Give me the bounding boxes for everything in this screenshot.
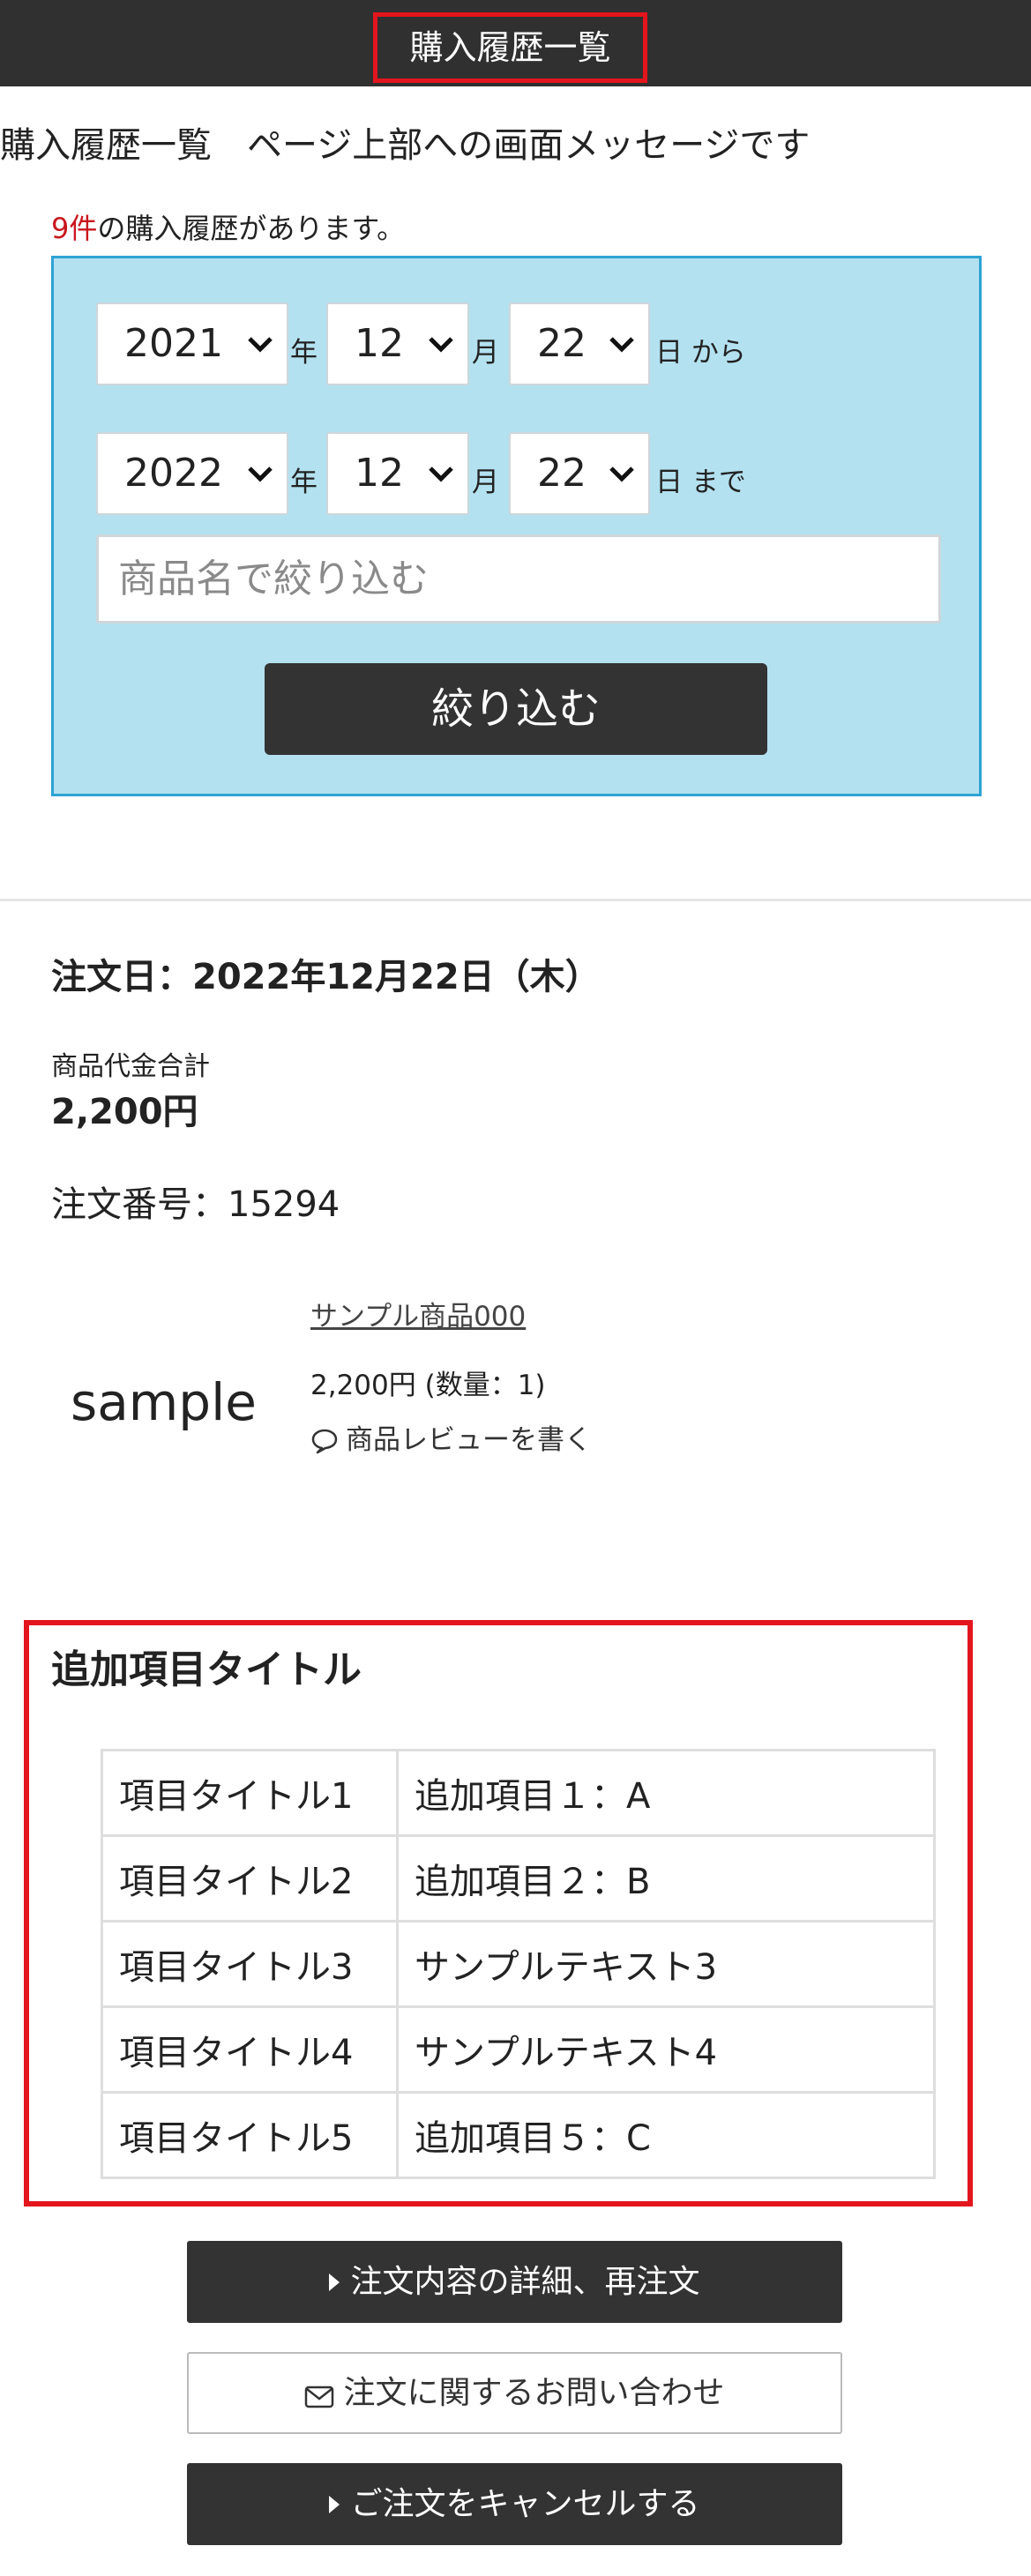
page-title: 購入履歴一覧 [373,12,647,83]
order-details-label: 注文内容の詳細、再注文 [350,2264,700,2300]
product-image[interactable]: sample [71,1371,257,1433]
from-suffix: から [691,337,746,369]
cancel-order-button[interactable]: ご注文をキャンセルする [187,2463,842,2545]
item-value: 追加項目１：A [396,1749,936,1837]
table-row: 項目タイトル2 追加項目２：B [101,1834,936,1923]
item-key: 項目タイトル1 [101,1749,399,1837]
chevron-down-icon [248,467,273,482]
caret-right-icon [329,2274,340,2291]
order-details-button[interactable]: 注文内容の詳細、再注文 [187,2241,842,2323]
cancel-order-label: ご注文をキャンセルする [350,2486,700,2522]
from-year-value: 2021 [124,321,223,366]
history-count: 9件の購入履歴があります。 [51,207,405,250]
history-count-number: 9件 [51,212,98,245]
to-month-unit: 月 [472,467,499,498]
item-value: 追加項目５：C [396,2091,936,2179]
from-year-unit: 年 [290,337,318,369]
from-day-unit: 日 から [655,335,746,370]
to-year-value: 2022 [124,451,223,496]
chevron-down-icon [429,467,453,482]
product-name-link[interactable]: サンプル商品000 [310,1296,526,1337]
total-label: 商品代金合計 [51,1051,210,1082]
to-day-unit: 日 まで [655,465,746,500]
product-price-quantity: 2,200円 (数量：1) [310,1370,546,1401]
write-review-link[interactable]: 商品レビューを書く [310,1420,592,1460]
filter-submit-button[interactable]: 絞り込む [265,663,767,755]
filter-panel: 2021 年 12 月 22 日 から 2022 年 12 月 22 日 まで … [51,256,982,796]
from-month-value: 12 [355,321,404,366]
item-key: 項目タイトル3 [101,1920,399,2008]
item-value: サンプルテキスト3 [396,1920,936,2008]
additional-items-title: 追加項目タイトル [51,1647,362,1692]
speech-bubble-icon [311,1429,338,1454]
from-month-select[interactable]: 12 [326,302,469,385]
to-year-unit: 年 [290,467,318,498]
to-month-value: 12 [355,451,404,496]
to-year-select[interactable]: 2022 [96,432,288,515]
table-row: 項目タイトル3 サンプルテキスト3 [101,1920,936,2008]
item-key: 項目タイトル4 [101,2005,399,2094]
from-day-unit-text: 日 [655,337,683,369]
item-key: 項目タイトル2 [101,1834,399,1923]
order-date: 注文日：2022年12月22日（木） [51,957,601,997]
to-day-select[interactable]: 22 [509,432,650,515]
section-divider [0,899,1031,901]
chevron-down-icon [248,337,273,353]
page-message: 購入履歴一覧 ページ上部への画面メッセージです [0,125,811,166]
from-day-value: 22 [537,321,586,366]
write-review-label: 商品レビューを書く [346,1424,592,1456]
item-key: 項目タイトル5 [101,2091,399,2179]
product-search-input[interactable] [96,534,941,623]
from-year-select[interactable]: 2021 [96,302,288,385]
chevron-down-icon [609,467,634,482]
table-row: 項目タイトル4 サンプルテキスト4 [101,2005,936,2094]
item-value: サンプルテキスト4 [396,2005,936,2094]
chevron-down-icon [609,337,634,353]
from-month-unit: 月 [472,337,499,369]
order-number: 注文番号：15294 [51,1184,340,1225]
envelope-icon [305,2386,334,2408]
table-row: 項目タイトル1 追加項目１：A [101,1749,936,1837]
caret-right-icon [329,2496,340,2513]
order-inquiry-button[interactable]: 注文に関するお問い合わせ [187,2352,842,2434]
chevron-down-icon [429,337,453,353]
to-month-select[interactable]: 12 [326,432,469,515]
total-value: 2,200円 [51,1092,198,1132]
additional-items-section: 追加項目タイトル 項目タイトル1 追加項目１：A 項目タイトル2 追加項目２：B 項… [24,1620,973,2206]
page-header: 購入履歴一覧 [0,0,1031,86]
order-inquiry-label: 注文に関するお問い合わせ [343,2375,725,2411]
additional-items-table: 項目タイトル1 追加項目１：A 項目タイトル2 追加項目２：B 項目タイトル3 サンプ… [101,1749,936,2179]
table-row: 項目タイトル5 追加項目５：C [101,2091,936,2179]
to-day-value: 22 [537,451,586,496]
item-value: 追加項目２：B [396,1834,936,1923]
to-day-unit-text: 日 [655,467,683,498]
from-day-select[interactable]: 22 [509,302,650,385]
history-count-text: の購入履歴があります。 [97,212,406,245]
to-suffix: まで [691,467,746,498]
